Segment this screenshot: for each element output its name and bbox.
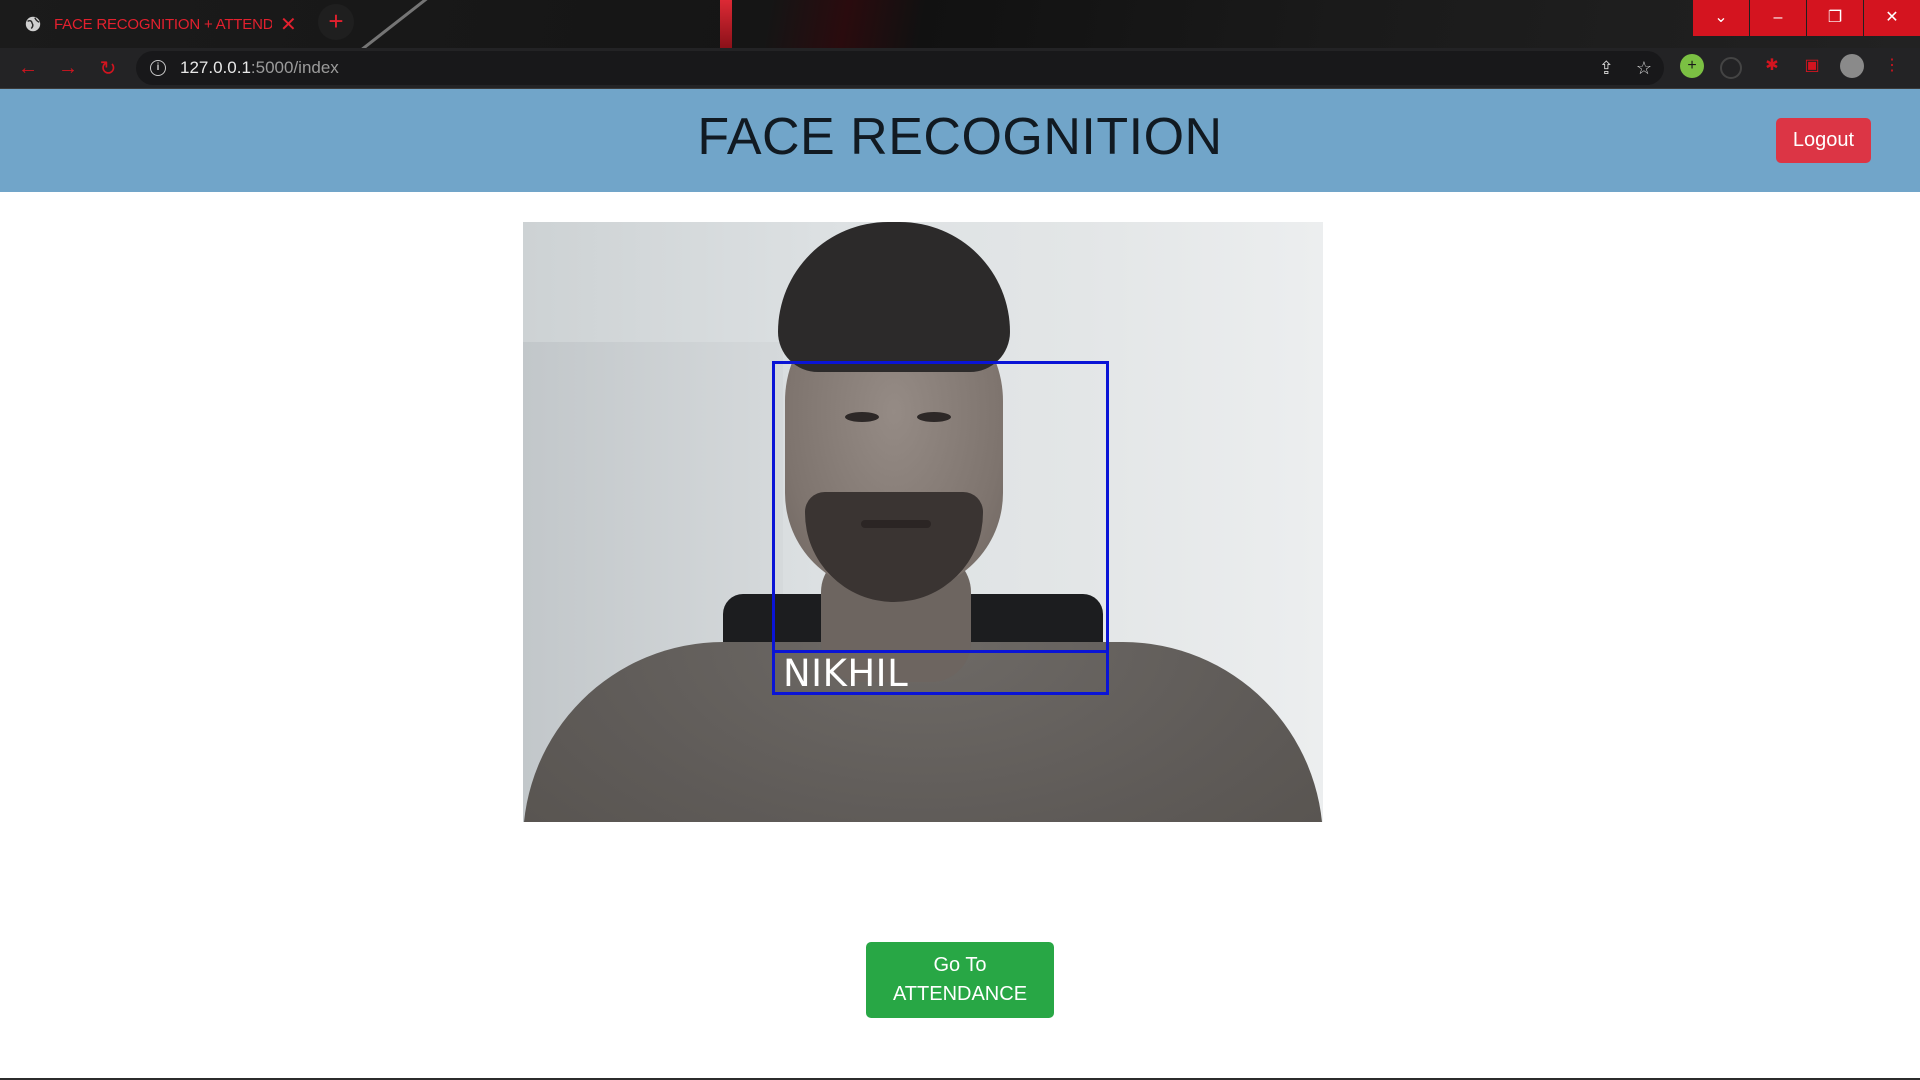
page-title: FACE RECOGNITION [697, 108, 1223, 166]
extension-icon[interactable]: + [1680, 54, 1704, 78]
recognized-name: NIKHIL [783, 652, 909, 695]
share-icon[interactable]: ⇪ [1599, 58, 1614, 79]
reload-icon[interactable]: ↻ [88, 56, 128, 81]
extension-icon[interactable] [1720, 57, 1742, 79]
wallpaper-decoration [351, 0, 448, 48]
url-text: 127.0.0.1:5000/index [180, 58, 339, 78]
page-header: FACE RECOGNITION [0, 89, 1920, 192]
url-path: :5000/index [250, 58, 339, 77]
close-icon[interactable]: ✕ [280, 12, 297, 37]
browser-titlebar: FACE RECOGNITION + ATTENDANCE ✕ + ⌄ – ❐ … [0, 0, 1920, 48]
info-icon[interactable]: i [150, 60, 166, 76]
globe-icon [25, 16, 41, 32]
person-hair [778, 222, 1010, 372]
go-to-attendance-button[interactable]: Go To ATTENDANCE [866, 942, 1054, 1018]
attendance-button-line2: ATTENDANCE [892, 983, 1028, 1005]
window-controls: ⌄ – ❐ ✕ [1692, 0, 1920, 36]
menu-icon[interactable]: ⋮ [1880, 54, 1904, 78]
star-icon[interactable]: ☆ [1636, 58, 1652, 79]
minimize-button[interactable]: – [1750, 0, 1806, 36]
face-bounding-box [772, 361, 1109, 695]
url-host: 127.0.0.1 [180, 58, 251, 77]
browser-tab[interactable]: FACE RECOGNITION + ATTENDANCE ✕ [12, 4, 314, 44]
window-close-button[interactable]: ✕ [1864, 0, 1920, 36]
omnibox-actions: ⇪ ☆ [1599, 58, 1652, 79]
browser-toolbar: ← → ↻ i 127.0.0.1:5000/index ⇪ ☆ + ✱ ▣ ⋮ [0, 48, 1920, 88]
extension-icon[interactable]: ▣ [1800, 54, 1824, 78]
wallpaper-decoration [720, 0, 732, 48]
extension-icon[interactable]: ✱ [1760, 54, 1784, 78]
new-tab-button[interactable]: + [318, 4, 354, 40]
webcam-feed: NIKHIL [523, 222, 1323, 822]
address-bar[interactable]: i 127.0.0.1:5000/index ⇪ ☆ [136, 51, 1664, 85]
logout-button[interactable]: Logout [1776, 118, 1871, 163]
restore-button[interactable]: ❐ [1807, 0, 1863, 36]
forward-icon[interactable]: → [48, 57, 88, 80]
profile-avatar[interactable] [1840, 54, 1864, 78]
tab-title: FACE RECOGNITION + ATTENDANCE [54, 15, 272, 33]
attendance-button-line1: Go To [933, 954, 987, 976]
back-icon[interactable]: ← [8, 57, 48, 80]
chevron-down-icon[interactable]: ⌄ [1693, 0, 1749, 36]
